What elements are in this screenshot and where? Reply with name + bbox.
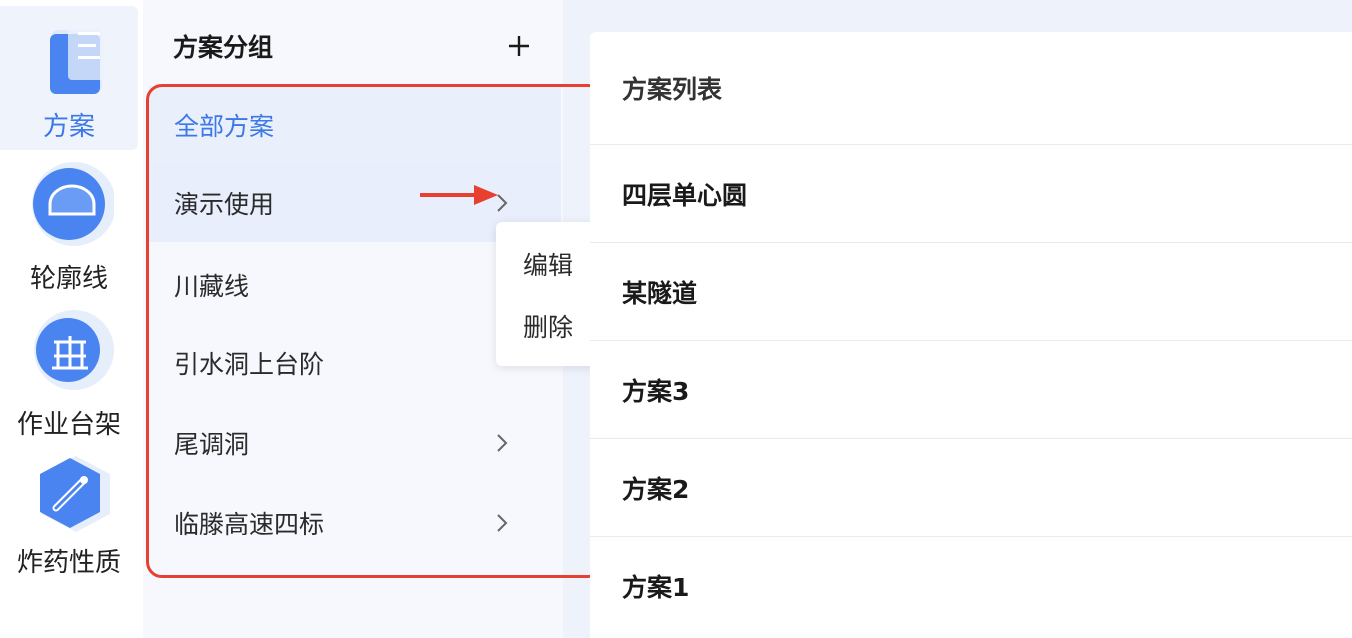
plan-name: 方案3 [622, 376, 690, 406]
groups-title: 方案分组 [173, 33, 274, 62]
nav-item-label: 作业台架 [16, 410, 121, 440]
plan-name: 方案2 [622, 474, 690, 504]
plan-row[interactable]: 方案3 [590, 340, 1352, 438]
annotation-arrow-icon [420, 185, 498, 205]
nav-rail: 方案 轮廓线 作业台架 炸药性质 [0, 0, 143, 638]
plan-name: 方案1 [622, 572, 690, 602]
group-item-label: 引水洞上台阶 [174, 350, 325, 379]
group-item-label: 演示使用 [174, 190, 275, 219]
group-item-all[interactable]: 全部方案 [149, 86, 561, 164]
nav-item-contour[interactable]: 轮廓线 [0, 160, 138, 300]
group-item-label: 尾调洞 [174, 430, 250, 459]
chevron-right-icon[interactable] [493, 511, 511, 535]
contour-icon [24, 160, 116, 250]
plan-row[interactable]: 方案2 [590, 438, 1352, 536]
delete-menu-item[interactable]: 删除 [496, 298, 600, 354]
group-item-label: 临滕高速四标 [174, 510, 325, 539]
plan-row[interactable]: 方案1 [590, 536, 1352, 634]
edit-menu-item[interactable]: 编辑 [496, 236, 600, 292]
groups-header: 方案分组 [173, 26, 533, 66]
nav-item-plans[interactable]: 方案 [0, 6, 138, 150]
nav-item-work-platform[interactable]: 作业台架 [0, 306, 138, 446]
plan-name: 某隧道 [622, 278, 698, 308]
group-item-label: 川藏线 [174, 272, 250, 301]
document-list-icon [24, 6, 116, 96]
explosive-icon [24, 450, 114, 540]
group-item-label: 全部方案 [174, 112, 275, 141]
plus-icon [509, 36, 529, 56]
chevron-right-icon[interactable] [493, 431, 511, 455]
group-item-linteng-expressway[interactable]: 临滕高速四标 [149, 484, 561, 562]
group-context-menu: 编辑 删除 [496, 222, 600, 366]
nav-item-explosive[interactable]: 炸药性质 [0, 450, 138, 586]
plan-row[interactable]: 某隧道 [590, 242, 1352, 340]
nav-item-label: 轮廓线 [29, 264, 108, 294]
plan-name: 四层单心圆 [622, 180, 748, 210]
nav-item-label: 炸药性质 [16, 548, 121, 578]
plan-list-title: 方案列表 [622, 75, 723, 104]
group-item-tailrace-tunnel[interactable]: 尾调洞 [149, 404, 561, 482]
nav-item-label: 方案 [42, 112, 95, 142]
plan-row[interactable]: 四层单心圆 [590, 144, 1352, 242]
add-group-button[interactable] [505, 32, 533, 60]
plan-list-panel: 方案列表 四层单心圆 某隧道 方案3 方案2 方案1 [590, 32, 1352, 638]
work-platform-icon [24, 306, 114, 396]
